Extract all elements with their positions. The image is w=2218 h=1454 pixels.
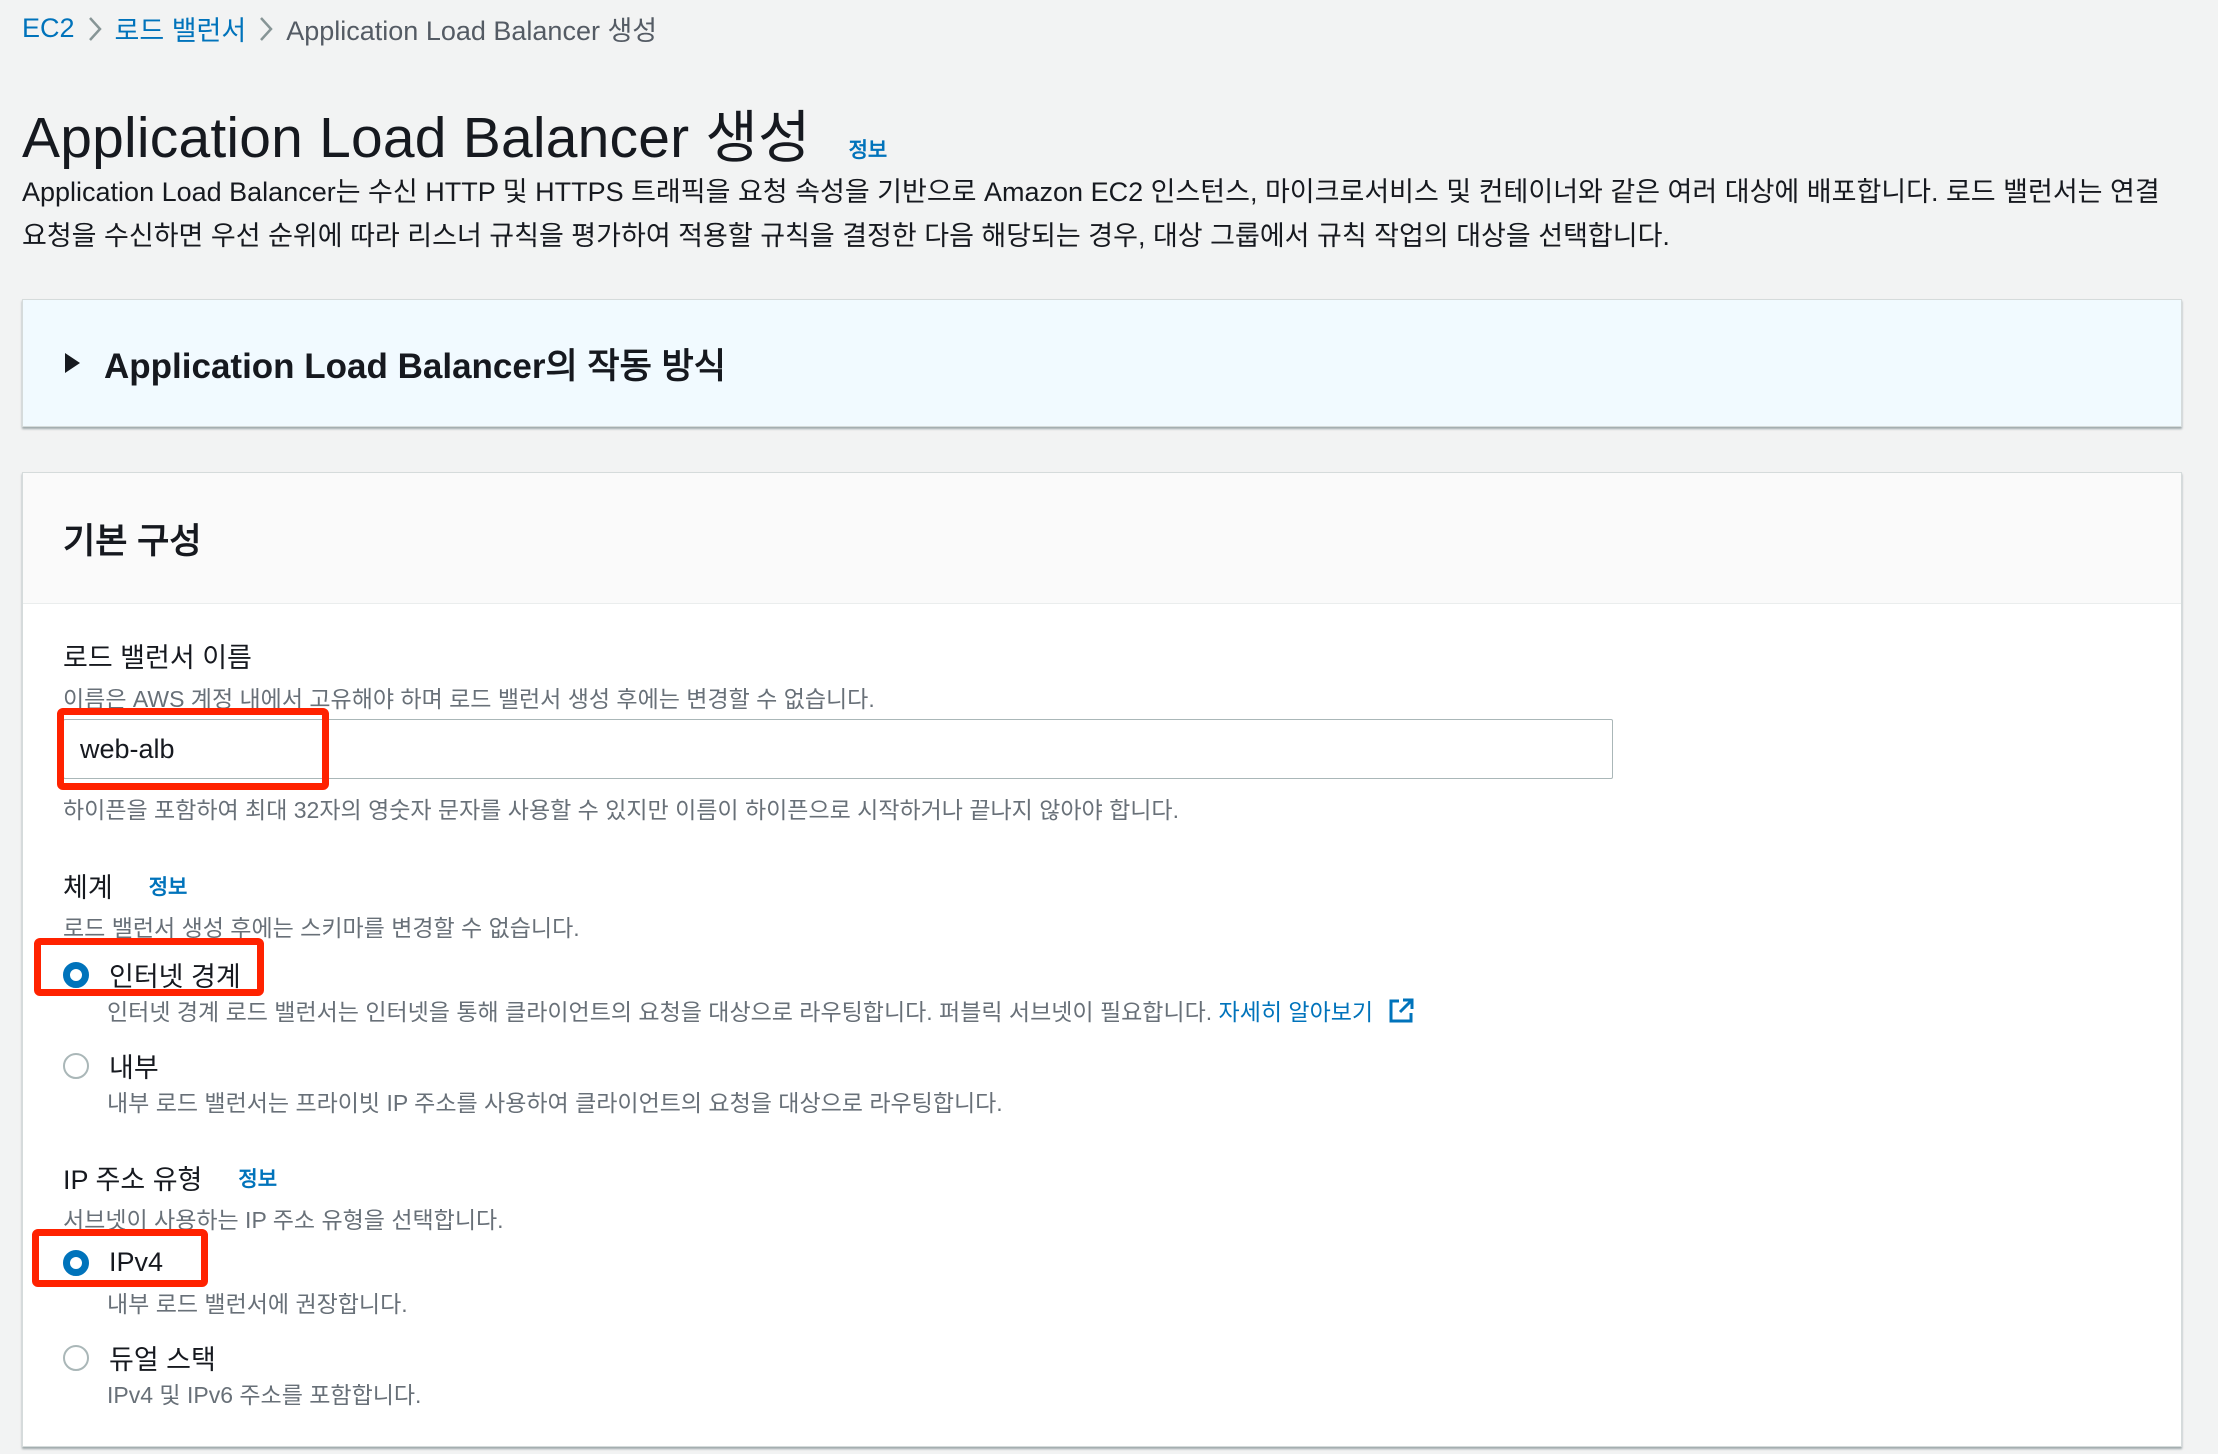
internal-desc: 내부 로드 밸런서는 프라이빗 IP 주소를 사용하여 클라이언트의 요청을 대…: [107, 1090, 1003, 1116]
lb-name-hint: 이름은 AWS 계정 내에서 고유해야 하며 로드 밸런서 생성 후에는 변경할…: [63, 686, 875, 712]
breadcrumb: EC2 로드 밸런서 Application Load Balancer 생성: [22, 8, 657, 48]
dualstack-label: 듀얼 스택: [109, 1345, 216, 1375]
basic-config-title: 기본 구성: [63, 521, 202, 561]
internet-facing-label: 인터넷 경계: [109, 962, 241, 992]
scheme-label: 체계: [63, 873, 113, 903]
basic-config-header: 기본 구성: [23, 473, 2181, 604]
page-description: Application Load Balancer는 수신 HTTP 및 HTT…: [22, 177, 2160, 251]
external-link-icon[interactable]: [1387, 997, 1415, 1031]
breadcrumb-load-balancers[interactable]: 로드 밸런서: [115, 9, 247, 48]
internet-facing-desc-text: 인터넷 경계 로드 밸런서는 인터넷을 통해 클라이언트의 요청을 대상으로 라…: [107, 999, 1213, 1025]
radio-button-unchecked[interactable]: [63, 1344, 89, 1371]
ip-type-label: IP 주소 유형: [63, 1165, 203, 1195]
radio-button-checked[interactable]: [63, 1249, 89, 1276]
scheme-info-link[interactable]: 정보: [149, 871, 188, 901]
lb-name-input[interactable]: [63, 719, 1613, 779]
scheme-hint: 로드 밸런서 생성 후에는 스키마를 변경할 수 없습니다.: [63, 915, 580, 941]
ip-type-label-row: IP 주소 유형 정보: [63, 1158, 277, 1197]
ip-type-hint: 서브넷이 사용하는 IP 주소 유형을 선택합니다.: [63, 1207, 504, 1233]
radio-button-checked[interactable]: [63, 961, 89, 988]
how-it-works-title: Application Load Balancer의 작동 방식: [104, 346, 726, 386]
title-info-link[interactable]: 정보: [849, 134, 888, 164]
chevron-right-icon: [246, 13, 286, 44]
lb-name-label: 로드 밸런서 이름: [63, 643, 252, 673]
lb-name-constraint: 하이픈을 포함하여 최대 32자의 영숫자 문자를 사용할 수 있지만 이름이 …: [63, 797, 1179, 823]
page-header: Application Load Balancer 생성 정보: [22, 92, 888, 170]
dualstack-desc: IPv4 및 IPv6 주소를 포함합니다.: [107, 1382, 422, 1408]
ip-type-info-link[interactable]: 정보: [238, 1163, 277, 1193]
internal-label: 내부: [109, 1053, 159, 1083]
ipv4-label: IPv4: [109, 1247, 164, 1277]
breadcrumb-ec2[interactable]: EC2: [22, 13, 75, 44]
how-it-works-expander[interactable]: Application Load Balancer의 작동 방식: [22, 299, 2182, 427]
ipv4-desc: 내부 로드 밸런서에 권장합니다.: [107, 1291, 408, 1317]
scheme-label-row: 체계 정보: [63, 866, 187, 905]
radio-dualstack[interactable]: 듀얼 스택: [63, 1338, 216, 1377]
radio-internal[interactable]: 내부: [63, 1046, 159, 1085]
page-title: Application Load Balancer 생성: [22, 106, 811, 170]
basic-config-panel: 기본 구성 로드 밸런서 이름 이름은 AWS 계정 내에서 고유해야 하며 로…: [22, 472, 2182, 1447]
learn-more-link[interactable]: 자세히 알아보기: [1219, 999, 1374, 1025]
caret-right-icon: [65, 353, 80, 373]
radio-internet-facing[interactable]: 인터넷 경계: [63, 955, 241, 994]
radio-button-unchecked[interactable]: [63, 1052, 89, 1079]
breadcrumb-current: Application Load Balancer 생성: [286, 15, 658, 46]
chevron-right-icon: [75, 13, 115, 44]
radio-ipv4[interactable]: IPv4: [63, 1247, 163, 1278]
internet-facing-desc: 인터넷 경계 로드 밸런서는 인터넷을 통해 클라이언트의 요청을 대상으로 라…: [107, 993, 1415, 1031]
